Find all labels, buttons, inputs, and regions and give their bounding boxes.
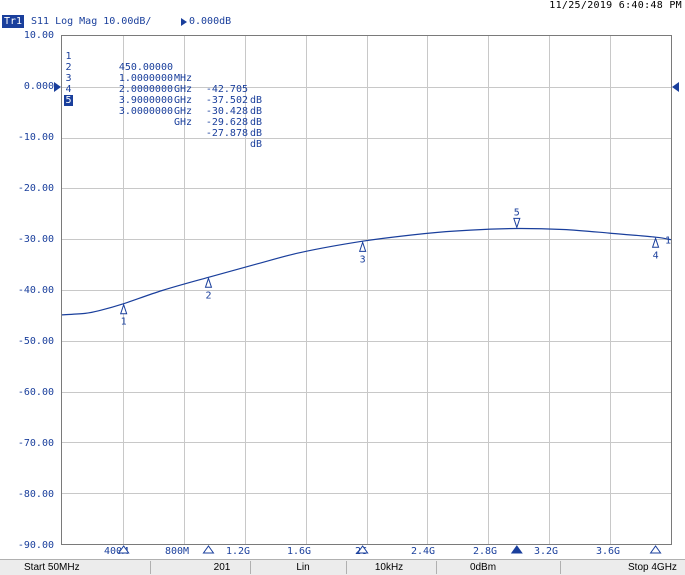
- marker-value: -29.628: [205, 117, 248, 128]
- marker-triangle-icon: [358, 240, 367, 252]
- marker-position-icon[interactable]: [117, 545, 130, 554]
- marker-value-unit: dB: [250, 106, 263, 117]
- trace-header: Tr1 S11 Log Mag 10.00dB/ 0.000dB: [0, 15, 685, 29]
- marker-row[interactable]: 4 3.9000000 GHz -29.628 dB: [64, 73, 262, 139]
- marker-frequency-unit: MHz: [174, 73, 193, 84]
- status-divider: [250, 561, 251, 574]
- marker-number-active: 5: [64, 95, 73, 106]
- sweep-type[interactable]: Lin: [296, 561, 309, 575]
- marker-frequency-unit: GHz: [174, 106, 193, 117]
- top-bar: 11/25/2019 6:40:48 PM: [0, 0, 685, 14]
- y-tick-label: -60.00: [17, 387, 54, 398]
- marker-row[interactable]: 3 2.0000000 GHz -30.428 dB: [64, 62, 262, 128]
- source-power[interactable]: 0dBm: [470, 561, 496, 575]
- marker-table: 1 450.00000 MHz -42.705 dB 2 1.0000000 G…: [64, 40, 262, 150]
- marker-value: -42.705: [205, 84, 248, 95]
- marker-label: 1: [121, 317, 127, 328]
- reference-triangle-icon: [181, 18, 187, 26]
- marker-frequency-unit: GHz: [174, 95, 193, 106]
- marker-position-icon[interactable]: [356, 545, 369, 554]
- marker-position-icon[interactable]: [202, 545, 215, 554]
- marker-triangle-icon: [513, 217, 521, 230]
- y-tick-label: -80.00: [17, 489, 54, 500]
- marker-label: 5: [514, 207, 520, 218]
- marker-frequency: 2.0000000: [118, 84, 173, 95]
- status-bar: Start 50MHz 201 Lin 10kHz 0dBm Stop 4GHz: [0, 559, 685, 575]
- marker-row[interactable]: 2 1.0000000 GHz -37.502 dB: [64, 51, 262, 117]
- marker-frequency: 3.9000000: [118, 95, 173, 106]
- marker-value-unit: dB: [250, 139, 263, 150]
- marker-value-unit: dB: [250, 95, 263, 106]
- trace-badge[interactable]: Tr1: [2, 15, 25, 28]
- status-divider: [436, 561, 437, 574]
- y-tick-label: -30.00: [17, 234, 54, 245]
- marker-frequency: 3.0000000: [118, 106, 173, 117]
- active-marker-position-icon[interactable]: [510, 545, 523, 554]
- marker-triangle-icon: [119, 303, 128, 315]
- trace-parameter[interactable]: S11 Log Mag 10.00dB/: [31, 15, 151, 28]
- trace-line: [62, 227, 672, 316]
- reference-level-right-icon[interactable]: [672, 82, 679, 92]
- marker-label: 4: [653, 250, 659, 261]
- y-tick-label: 0.000: [23, 81, 54, 92]
- y-tick-label: -70.00: [17, 438, 54, 449]
- stop-frequency[interactable]: Stop 4GHz: [628, 561, 677, 575]
- marker-row[interactable]: 1 450.00000 MHz -42.705 dB: [64, 40, 262, 106]
- marker-value-unit: dB: [250, 117, 263, 128]
- marker-value: -37.502: [205, 95, 248, 106]
- marker-row-active[interactable]: 5 3.0000000 GHz -27.878 dB: [64, 84, 262, 150]
- marker-value: -30.428: [205, 106, 248, 117]
- marker-frequency-unit: GHz: [174, 84, 193, 95]
- marker-triangle-icon: [204, 276, 213, 288]
- marker-label: 2: [205, 290, 211, 301]
- if-bandwidth[interactable]: 10kHz: [375, 561, 403, 575]
- status-divider: [150, 561, 151, 574]
- status-divider: [560, 561, 561, 574]
- marker-value: -27.878: [205, 128, 248, 139]
- marker-frequency: 1.0000000: [118, 73, 173, 84]
- status-divider: [346, 561, 347, 574]
- trace-end-label: 1: [665, 236, 671, 247]
- sweep-points[interactable]: 201: [214, 561, 231, 575]
- timestamp: 11/25/2019 6:40:48 PM: [549, 0, 682, 11]
- y-tick-label: -20.00: [17, 183, 54, 194]
- y-tick-label: -10.00: [17, 132, 54, 143]
- y-tick-label: -40.00: [17, 285, 54, 296]
- bottom-marker-indicators: [117, 545, 662, 554]
- reference-level-left-icon[interactable]: [54, 82, 61, 92]
- marker-label: 3: [360, 254, 366, 265]
- start-frequency[interactable]: Start 50MHz: [24, 561, 80, 575]
- y-tick-label: 10.00: [23, 30, 54, 41]
- marker-position-icon[interactable]: [649, 545, 662, 554]
- y-tick-label: -50.00: [17, 336, 54, 347]
- trace-reference[interactable]: 0.000dB: [189, 15, 231, 28]
- marker-frequency-unit: GHz: [174, 117, 193, 128]
- marker-value-unit: dB: [250, 128, 263, 139]
- marker-frequency: 450.00000: [118, 62, 173, 73]
